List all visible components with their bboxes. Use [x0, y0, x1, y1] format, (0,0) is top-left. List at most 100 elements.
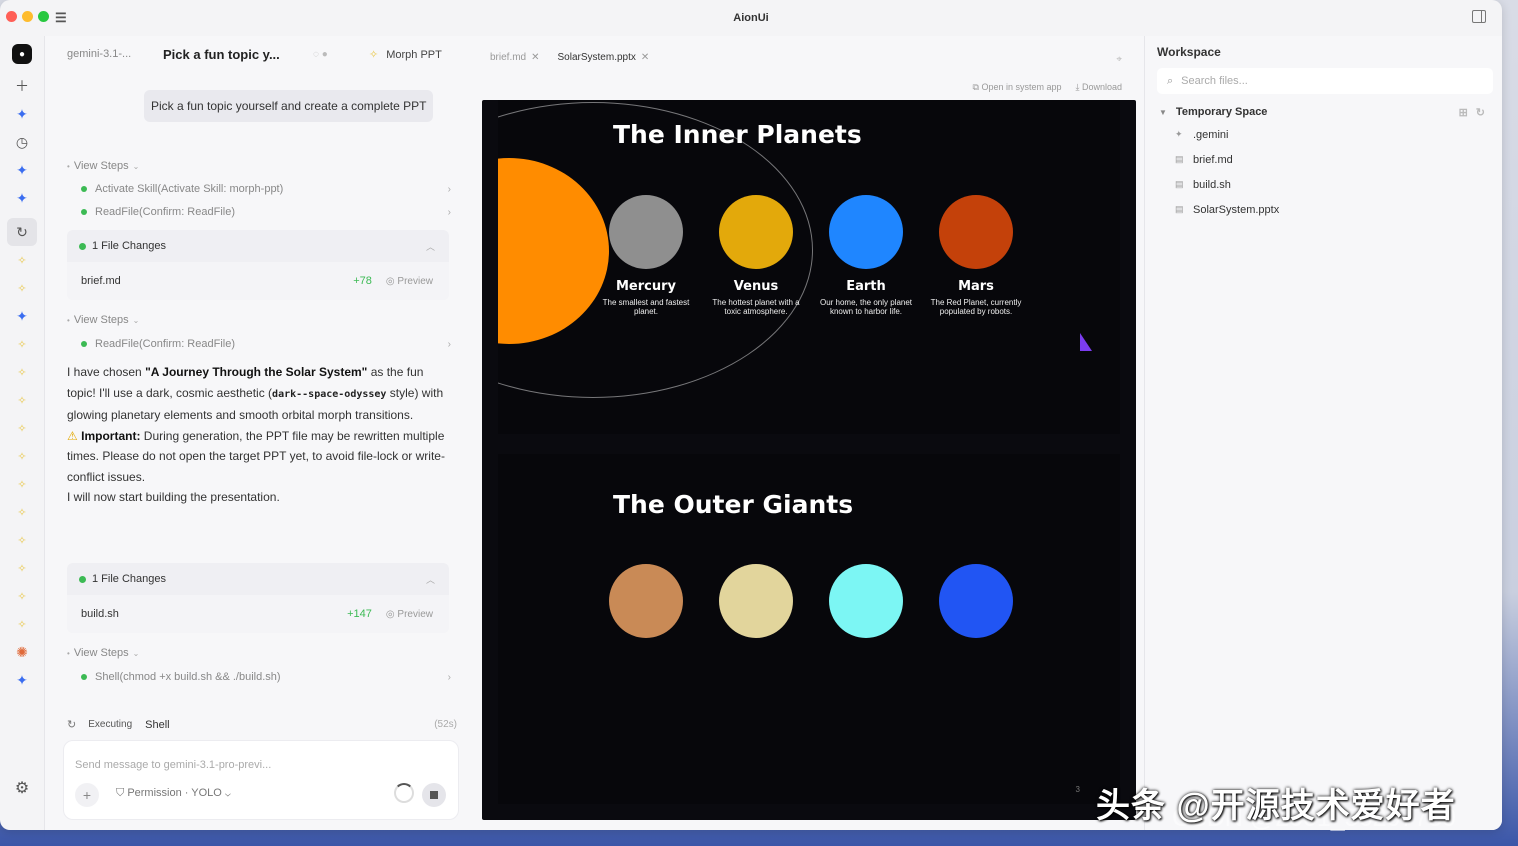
view-steps-toggle[interactable]: • View Steps ⌄	[67, 160, 139, 172]
slide-outer-giants[interactable]: The Outer Giants 3	[498, 454, 1120, 804]
close-tab-icon[interactable]: ✕	[531, 52, 539, 63]
close-tab-icon[interactable]: ✕	[641, 52, 649, 63]
toggle-panel-icon[interactable]	[1472, 10, 1486, 23]
history-icon[interactable]: ◷	[7, 128, 37, 156]
spark-icon[interactable]: ✧	[7, 498, 37, 526]
step-label: Activate Skill(Activate Skill: morph-ppt…	[95, 183, 284, 195]
spark-icon[interactable]: ✧	[7, 442, 37, 470]
slide-inner-planets[interactable]: The Inner Planets Mercury Venus Earth Ma…	[498, 100, 1120, 434]
new-folder-icon[interactable]: ⊞	[1459, 107, 1476, 119]
attach-plus-icon[interactable]: +	[75, 783, 99, 807]
mouse-cursor-icon	[1080, 333, 1092, 351]
chevron-down-icon: ⌄	[132, 315, 140, 325]
file-item[interactable]: ▤ build.sh	[1159, 172, 1493, 197]
tab-brief-md[interactable]: brief.md ✕	[490, 52, 540, 63]
bullet-icon: •	[67, 315, 70, 325]
step-label: Shell(chmod +x build.sh && ./build.sh)	[95, 671, 281, 683]
planet-jupiter	[609, 564, 683, 638]
message-composer[interactable]: Send message to gemini-3.1-pro-previ... …	[63, 740, 459, 820]
tab-conversation-title[interactable]: Pick a fun topic y...	[163, 47, 313, 62]
success-dot-icon	[81, 209, 87, 215]
view-steps-toggle[interactable]: • View Steps ⌄	[67, 314, 139, 326]
message-input[interactable]: Send message to gemini-3.1-pro-previ...	[75, 759, 271, 771]
minimize-window-button[interactable]	[22, 11, 33, 22]
loading-conversation-icon[interactable]: ↻	[7, 218, 37, 246]
view-steps-toggle[interactable]: • View Steps ⌄	[67, 647, 139, 659]
spark-icon[interactable]: ✧	[7, 330, 37, 358]
sparkle-icon[interactable]: ✦	[7, 156, 37, 184]
preview-button[interactable]: ◎ Preview	[386, 276, 433, 287]
spark-icon[interactable]: ✧	[7, 386, 37, 414]
tab-solarsystem-pptx[interactable]: SolarSystem.pptx ✕	[558, 52, 650, 63]
maximize-window-button[interactable]	[38, 11, 49, 22]
step-item[interactable]: Shell(chmod +x build.sh && ./build.sh) ›	[81, 671, 451, 683]
spark-icon[interactable]: ✧	[7, 610, 37, 638]
chevron-right-icon: ›	[447, 338, 451, 350]
refresh-icon[interactable]: ↻	[1476, 107, 1493, 119]
folder-actions: ⊞↻	[1459, 106, 1493, 119]
settings-gear-icon[interactable]: ⚙	[15, 778, 29, 798]
chat-tab-bar: gemini-3.1-... Pick a fun topic y... ◌ ●…	[45, 36, 474, 72]
preview-label: Preview	[397, 275, 433, 287]
open-in-system-app-button[interactable]: ⧉ Open in system app	[973, 82, 1062, 93]
file-changes-header[interactable]: 1 File Changes ︿	[67, 563, 449, 595]
planet-venus	[719, 195, 793, 269]
view-steps-label: View Steps	[73, 160, 129, 172]
file-item[interactable]: ✦ .gemini	[1159, 122, 1493, 147]
warning-label: Important:	[81, 428, 141, 443]
app-logo-icon[interactable]: ●	[12, 44, 32, 64]
preview-panel: brief.md ✕ SolarSystem.pptx ✕ ⌖ ⧉ Open in …	[474, 36, 1144, 830]
permission-selector[interactable]: ⛉ Permission · YOLO ⌄	[116, 787, 231, 800]
chevron-right-icon: ›	[447, 671, 451, 683]
planet-name: Mercury	[615, 279, 676, 294]
planet-mercury	[609, 195, 683, 269]
search-icon: ⌕	[1167, 74, 1174, 87]
workspace-title: Workspace	[1157, 45, 1221, 59]
spark-icon: ✧	[369, 48, 379, 61]
workspace-panel: Workspace ⌕ Search files... ▼ Temporary …	[1144, 36, 1502, 830]
file-change-row[interactable]: brief.md +78 ◎ Preview	[67, 262, 449, 300]
spark-icon[interactable]: ✧	[7, 414, 37, 442]
flower-icon[interactable]: ✺	[7, 638, 37, 666]
watermark: 头条 @开源技术爱好者	[1096, 787, 1456, 825]
new-chat-icon[interactable]: ＋	[7, 72, 37, 100]
stop-button[interactable]	[422, 783, 446, 807]
file-item[interactable]: ▤ brief.md	[1159, 147, 1493, 172]
pin-icon[interactable]: ⌖	[1116, 54, 1122, 65]
search-files-input[interactable]: ⌕ Search files...	[1157, 68, 1493, 94]
file-changes-header[interactable]: 1 File Changes ︿	[67, 230, 449, 262]
sparkle-icon[interactable]: ✦	[7, 100, 37, 128]
spark-icon[interactable]: ✧	[7, 358, 37, 386]
step-label: ReadFile(Confirm: ReadFile)	[95, 206, 235, 218]
chevron-right-icon: ›	[447, 206, 451, 218]
spark-icon[interactable]: ✧	[7, 582, 37, 610]
step-item[interactable]: Activate Skill(Activate Skill: morph-ppt…	[81, 183, 451, 195]
tab-morph-ppt[interactable]: ✧ Morph PPT	[369, 48, 442, 61]
step-item[interactable]: ReadFile(Confirm: ReadFile) ›	[81, 206, 451, 218]
menu-icon[interactable]: ☰	[55, 10, 67, 26]
planet-description: The smallest and fastest planet.	[602, 298, 690, 316]
folder-temporary-space[interactable]: ▼ Temporary Space ⊞↻	[1159, 102, 1493, 122]
download-button[interactable]: ⤓ Download	[1075, 82, 1122, 93]
status-dot-icon: ◌ ●	[313, 48, 328, 60]
spark-icon[interactable]: ✧	[7, 246, 37, 274]
warning-icon: ⚠	[67, 428, 78, 443]
file-item[interactable]: ▤ SolarSystem.pptx	[1159, 197, 1493, 222]
spark-icon[interactable]: ✧	[7, 274, 37, 302]
file-name: build.sh	[81, 608, 119, 620]
file-change-row[interactable]: build.sh +147 ◎ Preview	[67, 595, 449, 633]
tab-model[interactable]: gemini-3.1-...	[67, 48, 163, 60]
spark-icon[interactable]: ✧	[7, 470, 37, 498]
sparkle-icon[interactable]: ✦	[7, 302, 37, 330]
eye-icon: ◎	[385, 275, 398, 287]
step-item[interactable]: ReadFile(Confirm: ReadFile) ›	[81, 338, 451, 350]
gemini-star-icon: ✦	[1175, 129, 1183, 139]
spark-icon[interactable]: ✧	[7, 526, 37, 554]
preview-label: Preview	[397, 608, 433, 620]
sparkle-icon[interactable]: ✦	[7, 666, 37, 694]
preview-button[interactable]: ◎ Preview	[386, 609, 433, 620]
close-window-button[interactable]	[6, 11, 17, 22]
sparkle-icon[interactable]: ✦	[7, 184, 37, 212]
slides-viewer[interactable]: The Inner Planets Mercury Venus Earth Ma…	[482, 100, 1136, 820]
spark-icon[interactable]: ✧	[7, 554, 37, 582]
